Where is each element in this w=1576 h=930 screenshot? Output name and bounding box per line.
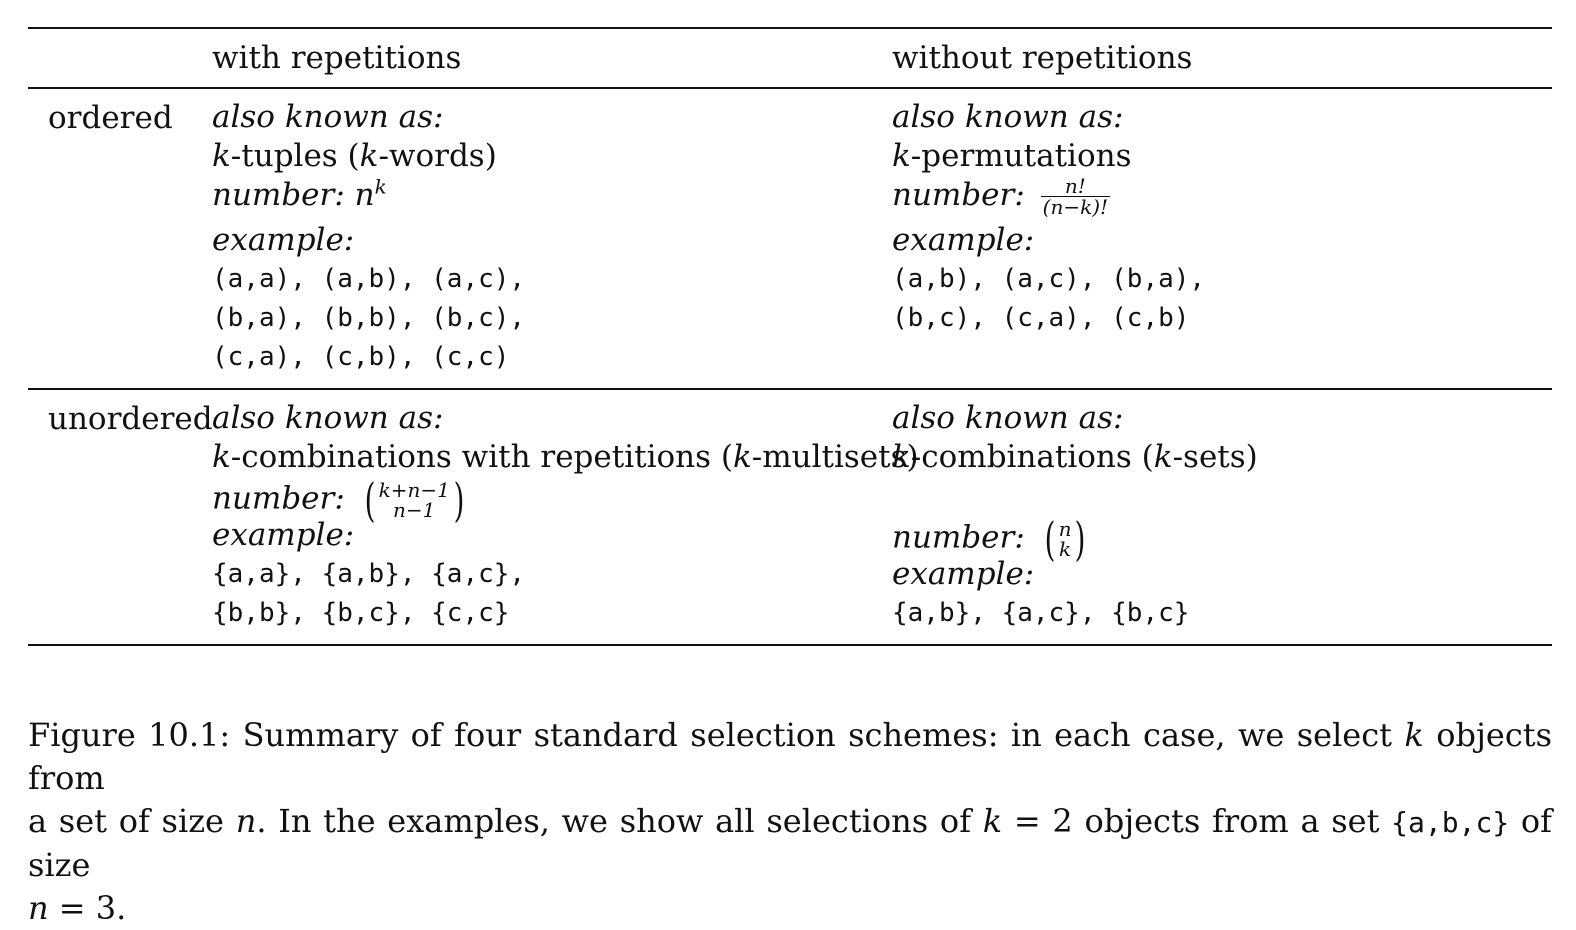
caption-line: a set of size n. In the examples, we sho… (28, 802, 1553, 884)
example-line: (b,a), (b,b), (b,c), (212, 303, 526, 333)
figure-caption: Figure 10.1: Summary of four standard se… (28, 714, 1552, 930)
aka-label: also known as: (892, 99, 1124, 135)
table-row-divider (28, 388, 1552, 390)
aka-label: also known as: (212, 400, 444, 436)
column-header-with-repetitions: with repetitions (212, 40, 462, 76)
scheme-name: k-tuples (k-words) (212, 138, 497, 174)
example-label: example: (892, 222, 1035, 258)
number-formula: number: (n k) (892, 516, 1258, 562)
cell-ordered-with-repetitions: also known as: k-tuples (k-words) number… (212, 98, 525, 377)
fraction: n! (n−k)! (1040, 174, 1111, 219)
row-label-unordered: unordered (48, 401, 213, 437)
table-header-rule (28, 87, 1552, 89)
column-header-without-repetitions: without repetitions (892, 40, 1193, 76)
binomial: (k+n−1 n−1) (364, 473, 465, 527)
table-top-rule (28, 27, 1552, 29)
aka-label: also known as: (892, 400, 1124, 436)
scheme-name: k-combinations with repetitions (k-multi… (212, 439, 919, 475)
caption-line: n = 3. (28, 889, 127, 927)
example-line: (c,a), (c,b), (c,c) (212, 342, 510, 372)
example-label: example: (212, 222, 355, 258)
table-bottom-rule (28, 644, 1552, 646)
example-line: (b,c), (c,a), (c,b) (892, 303, 1190, 333)
number-formula: number: (k+n−1 n−1) (212, 477, 919, 523)
aka-label: also known as: (212, 99, 444, 135)
number-formula: number: n! (n−k)! (892, 174, 1111, 219)
binomial: (n k) (1044, 512, 1086, 566)
example-line: {b,b}, {b,c}, {c,c} (212, 598, 510, 628)
example-line: (a,b), (a,c), (b,a), (892, 264, 1206, 294)
example-label: example: (212, 517, 355, 553)
cell-ordered-without-repetitions: also known as: k-permutations number: n!… (892, 98, 1205, 338)
caption-line: Figure 10.1: Summary of four standard se… (28, 716, 1553, 797)
row-label-ordered: ordered (48, 100, 173, 136)
example-line: {a,a}, {a,b}, {a,c}, (212, 559, 526, 589)
example-line: (a,a), (a,b), (a,c), (212, 264, 526, 294)
example-line: {a,b}, {a,c}, {b,c} (892, 598, 1190, 628)
scheme-name: k-permutations (892, 138, 1132, 174)
scheme-name: k-combinations (k-sets) (892, 439, 1258, 475)
number-formula: number: nk (212, 174, 387, 213)
cell-unordered-with-repetitions: also known as: k-combinations with repet… (212, 399, 919, 633)
cell-unordered-without-repetitions: also known as: k-combinations (k-sets) n… (892, 399, 1258, 633)
